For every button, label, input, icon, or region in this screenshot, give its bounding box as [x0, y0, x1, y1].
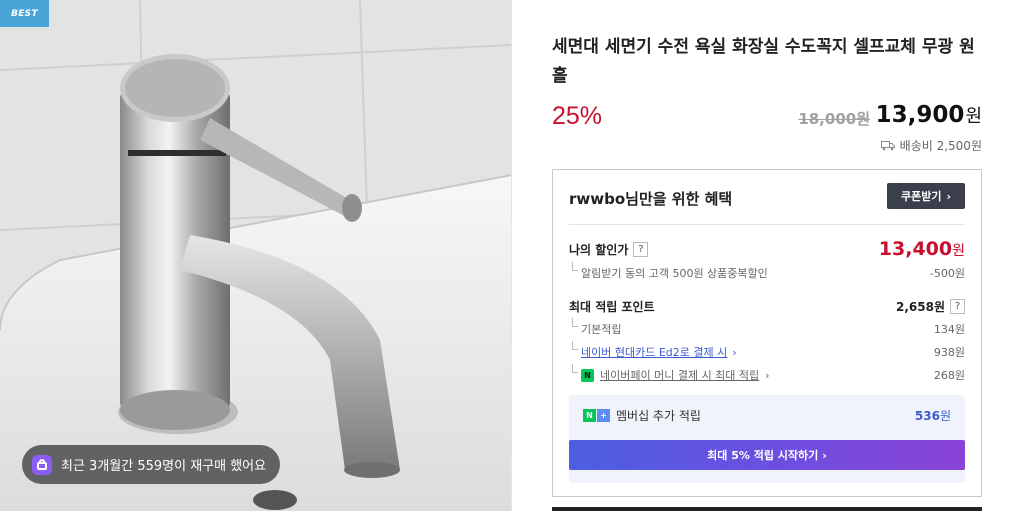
my-discount-unit: 원: [952, 243, 965, 259]
max-point-value: 2,658원: [896, 300, 945, 314]
membership-label: 멤버십 추가 적립: [616, 409, 701, 423]
membership-unit: 원: [939, 409, 951, 423]
product-info: 세면대 세면기 수전 욕실 화장실 수도꼭지 셀프교체 무광 원홀 25% 18…: [552, 0, 982, 511]
naverpay-icon: N: [581, 368, 594, 382]
discount-detail-value: -500원: [929, 267, 965, 280]
coupon-button[interactable]: 쿠폰받기 ›: [887, 183, 965, 209]
point-value-basic: 134원: [933, 323, 965, 336]
sale-price: 13,900원: [876, 102, 982, 128]
bottom-divider: [552, 507, 982, 511]
membership-value: 536원: [915, 407, 951, 424]
discount-detail-label: 알림받기 동의 고객 500원 상품중복할인: [569, 262, 768, 281]
my-discount-price: 13,400원: [879, 238, 965, 260]
point-row-npay: N 네이버페이 머니 결제 시 최대 적립 › 268원: [569, 364, 965, 383]
max-point-label: 최대 적립 포인트: [569, 300, 655, 314]
benefit-header-suffix: 님만을 위한 혜택: [625, 190, 733, 208]
point-npay-wrap: N 네이버페이 머니 결제 시 최대 적립 ›: [569, 364, 770, 383]
membership-start-button[interactable]: 최대 5% 적립 시작하기 ›: [569, 440, 965, 470]
point-value-npay: 268원: [933, 369, 965, 382]
chevron-right-icon[interactable]: ›: [765, 369, 769, 382]
repurchase-text: 최근 3개월간 559명이 재구매 했어요: [61, 459, 267, 474]
chevron-right-icon: ›: [946, 189, 952, 203]
point-label-npay[interactable]: 네이버페이 머니 결제 시 최대 적립: [600, 367, 759, 383]
product-page: BEST 최근 3개월간 559명이 재구매 했어요 세면대 세면기 수전 욕실…: [0, 0, 1021, 511]
my-discount-row: 나의 할인가 ? 13,400원: [569, 238, 965, 260]
coupon-button-label: 쿠폰받기: [900, 190, 942, 203]
point-value-card: 938원: [933, 346, 965, 359]
sale-price-unit: 원: [965, 106, 982, 127]
shipping-fee: 배송비 2,500원: [880, 137, 982, 154]
my-discount-label: 나의 할인가: [569, 242, 629, 257]
membership-amount: 536: [914, 409, 940, 423]
user-id: rwwbo: [569, 190, 626, 208]
chevron-right-icon: ›: [822, 448, 827, 462]
shipping-text: 배송비 2,500원: [899, 139, 982, 153]
point-row-card: 네이버 현대카드 Ed2로 결제 시 › 938원: [569, 341, 965, 360]
membership-box: N + 멤버십 추가 적립 536원 최대 5% 적립 시작하기 ›: [569, 395, 965, 483]
my-discount-value: 13,400: [878, 238, 953, 260]
best-badge: BEST: [0, 0, 49, 27]
point-link-card[interactable]: 네이버 현대카드 Ed2로 결제 시: [581, 344, 727, 360]
chevron-right-icon[interactable]: ›: [732, 346, 736, 359]
shopping-bag-icon: [32, 454, 52, 475]
point-label-basic: 기본적립: [569, 318, 621, 337]
point-row-basic: 기본적립 134원: [569, 318, 965, 337]
original-price: 18,000원: [798, 110, 870, 128]
discount-detail-row: 알림받기 동의 고객 500원 상품중복할인 -500원: [569, 262, 965, 281]
benefit-box: rwwbo님만을 위한 혜택 쿠폰받기 › 나의 할인가 ? 13,400원 알…: [552, 169, 982, 497]
benefit-header: rwwbo님만을 위한 혜택: [569, 188, 732, 209]
sale-price-value: 13,900: [875, 102, 965, 128]
help-icon[interactable]: ?: [950, 299, 965, 314]
divider: [569, 224, 965, 225]
membership-start-label: 최대 5% 적립 시작하기: [707, 449, 819, 462]
truck-icon: [880, 141, 895, 151]
product-image-gallery[interactable]: BEST 최근 3개월간 559명이 재구매 했어요: [0, 0, 512, 511]
point-card-wrap: 네이버 현대카드 Ed2로 결제 시 ›: [569, 341, 737, 360]
membership-row: N + 멤버십 추가 적립 536원: [583, 407, 951, 424]
help-icon[interactable]: ?: [633, 241, 649, 257]
naver-plus-icon: N +: [583, 409, 610, 422]
product-title: 세면대 세면기 수전 욕실 화장실 수도꼭지 셀프교체 무광 원홀: [552, 37, 975, 86]
faucet-photo: [0, 0, 511, 511]
max-point-row: 최대 적립 포인트 2,658원 ?: [569, 298, 965, 315]
repurchase-banner: 최근 3개월간 559명이 재구매 했어요: [22, 445, 281, 484]
discount-rate: 25%: [552, 102, 603, 130]
